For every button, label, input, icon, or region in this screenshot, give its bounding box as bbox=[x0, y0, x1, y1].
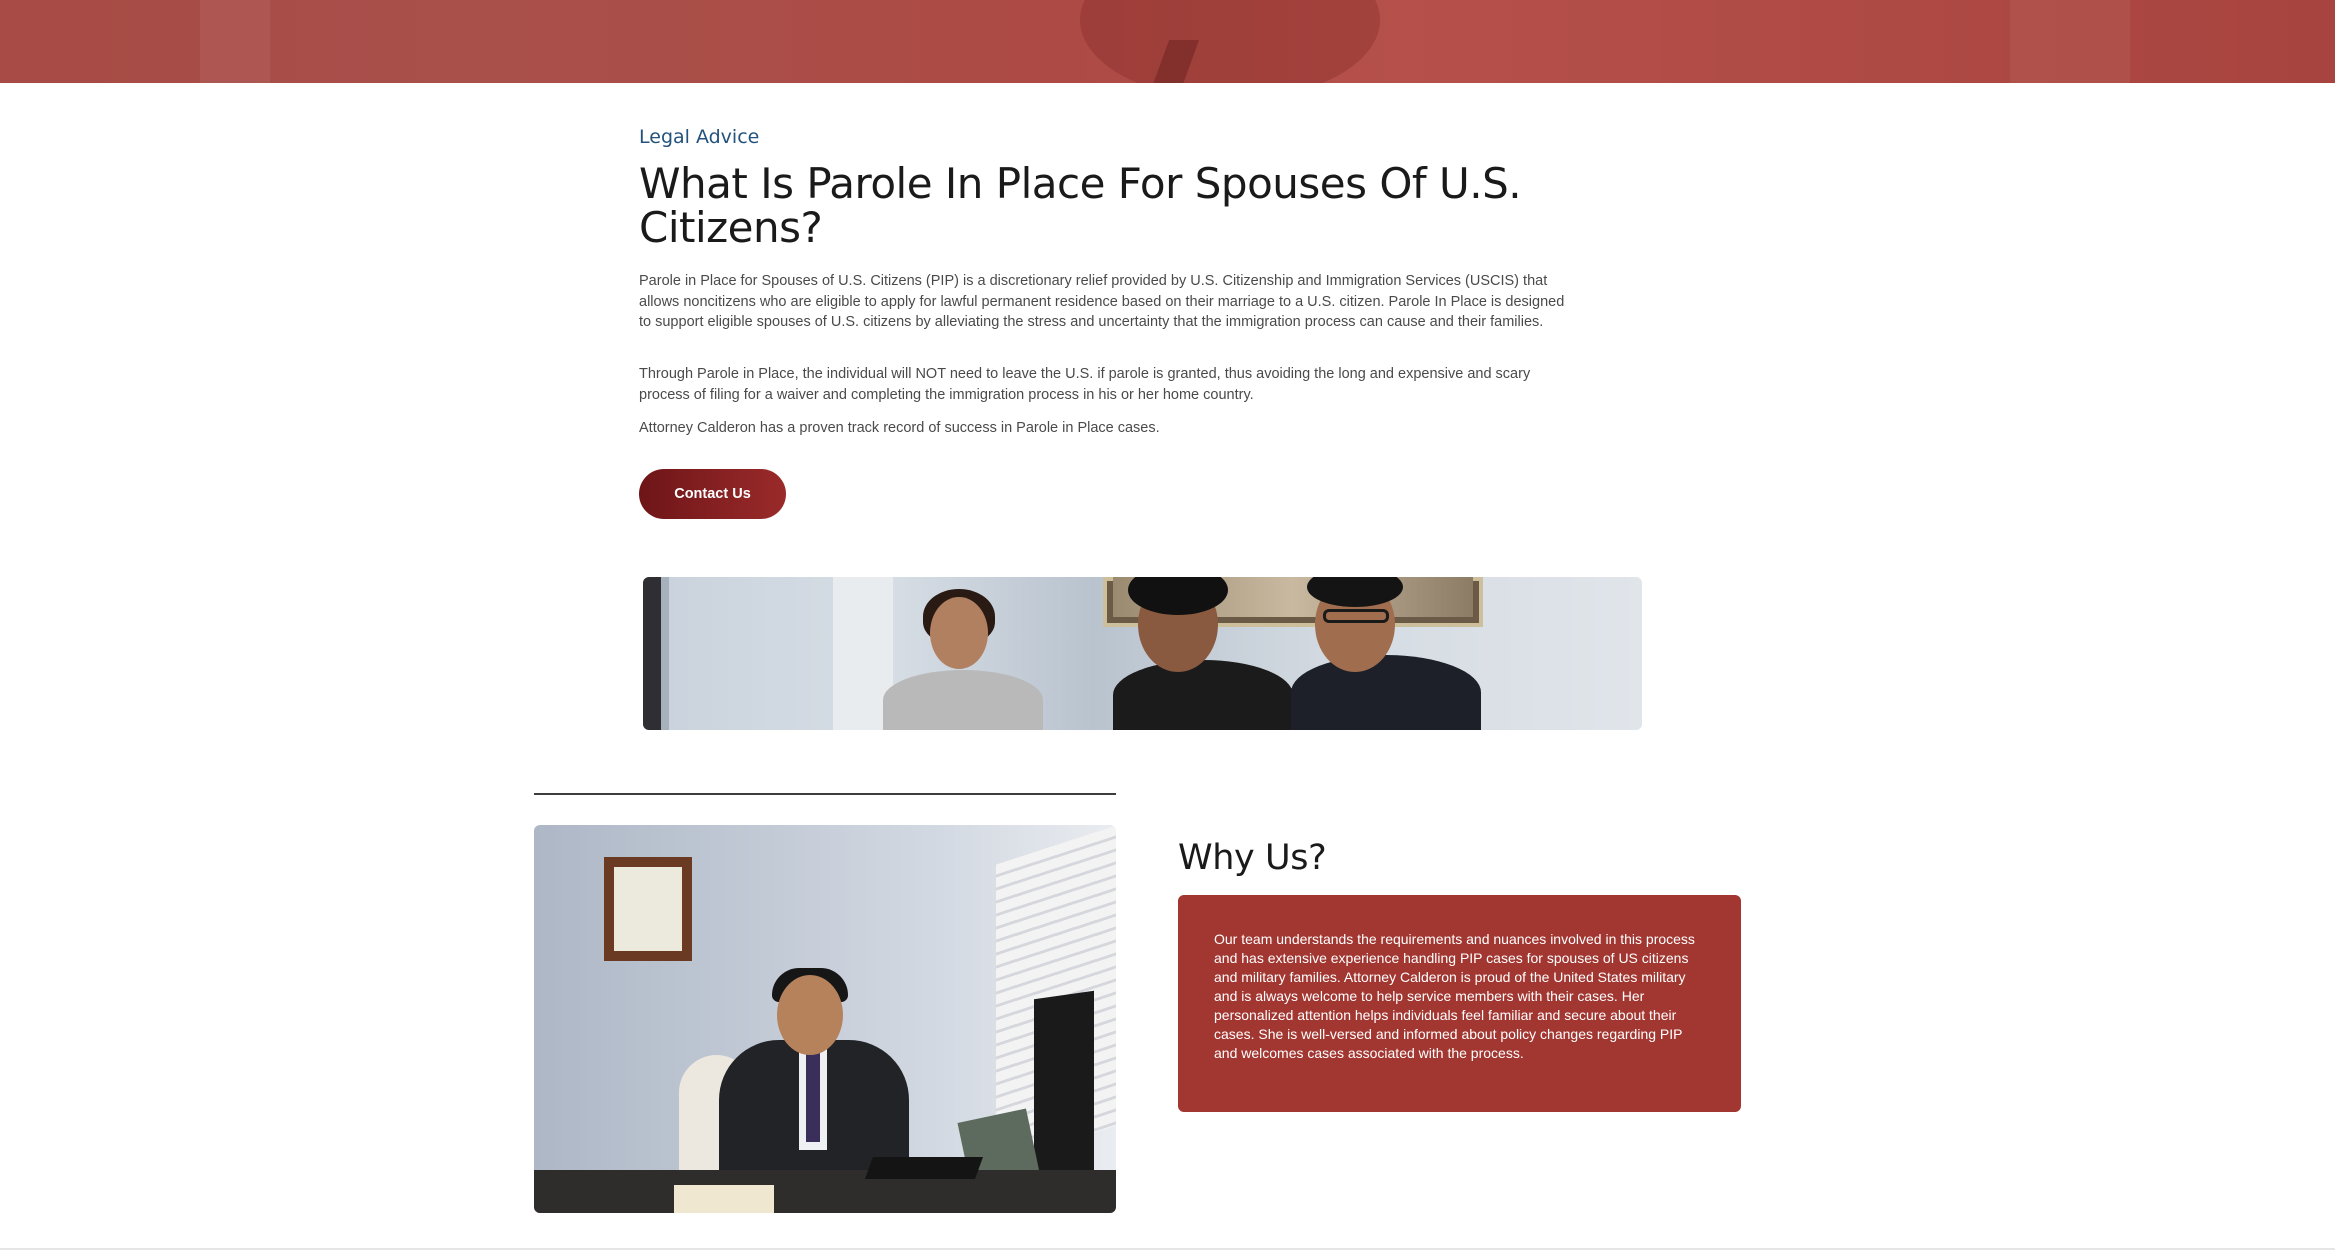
article-paragraph: Parole in Place for Spouses of U.S. Citi… bbox=[639, 273, 1565, 330]
attorney-office-photo bbox=[534, 825, 1116, 1213]
photo-person-man bbox=[1113, 660, 1293, 730]
photo-certificate-frame bbox=[604, 857, 692, 961]
hero-background-shape bbox=[200, 0, 270, 83]
photo-keyboard bbox=[864, 1157, 984, 1179]
section-divider bbox=[534, 793, 1116, 795]
photo-person-head bbox=[930, 597, 988, 669]
photo-monitor bbox=[1034, 990, 1094, 1200]
photo-papers bbox=[674, 1185, 774, 1213]
photo-person-head bbox=[777, 975, 843, 1055]
why-us-title: Why Us? bbox=[1178, 838, 1327, 878]
contact-us-button[interactable]: Contact Us bbox=[639, 469, 786, 519]
photo-door-edge bbox=[661, 577, 669, 730]
photo-tie bbox=[806, 1047, 820, 1142]
page-title: What Is Parole In Place For Spouses Of U… bbox=[639, 159, 1522, 252]
photo-person-man bbox=[1291, 655, 1481, 730]
photo-person-woman bbox=[883, 670, 1043, 730]
hero-banner bbox=[0, 0, 2335, 83]
article-paragraph: Attorney Calderon has a proven track rec… bbox=[639, 420, 1160, 436]
hero-background-shape bbox=[1080, 0, 1380, 83]
hero-background-shape bbox=[2010, 0, 2130, 83]
photo-desk bbox=[534, 1170, 1116, 1213]
why-us-card: Our team understands the requirements an… bbox=[1178, 895, 1741, 1112]
photo-glasses bbox=[1323, 609, 1389, 623]
photo-door bbox=[643, 577, 661, 730]
why-us-text: Our team understands the requirements an… bbox=[1214, 931, 1695, 1061]
category-label: Legal Advice bbox=[639, 126, 760, 148]
article-paragraph: Through Parole in Place, the individual … bbox=[639, 366, 1531, 403]
photo-certificate bbox=[614, 867, 682, 951]
team-photo bbox=[643, 577, 1642, 730]
